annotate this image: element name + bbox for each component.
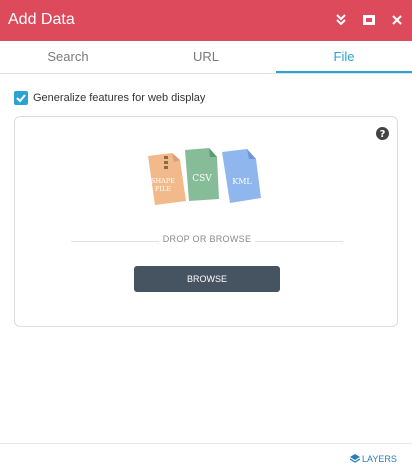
title-bar: Add Data <box>0 0 412 41</box>
close-icon[interactable] <box>388 11 406 29</box>
collapse-icon[interactable] <box>332 11 350 29</box>
kml-icon: KML <box>222 149 261 203</box>
tab-search[interactable]: Search <box>0 41 136 73</box>
window-title: Add Data <box>8 11 75 28</box>
shapefile-icon: SHAPE FILE <box>148 153 186 205</box>
layers-link[interactable]: LAYERS <box>349 454 397 464</box>
csv-label: CSV <box>192 174 212 184</box>
dock-icon[interactable] <box>360 11 378 29</box>
svg-text:?: ? <box>380 129 386 140</box>
layers-label: LAYERS <box>362 454 397 464</box>
layers-icon <box>349 454 361 463</box>
drop-or-browse-text: DROP OR BROWSE <box>15 234 399 244</box>
file-types-illustration: SHAPE FILE CSV KML <box>148 148 261 205</box>
shapefile-label-line1: SHAPE <box>151 177 175 185</box>
browse-button[interactable]: BROWSE <box>134 266 280 292</box>
checkmark-icon <box>16 94 26 103</box>
question-icon[interactable]: ? <box>376 127 389 140</box>
kml-label: KML <box>232 177 252 186</box>
shapefile-label-line2: FILE <box>155 185 171 193</box>
file-dropzone[interactable]: ? SHAPE FILE CSV KML DROP OR BROWSE BROW… <box>14 116 398 327</box>
generalize-label: Generalize features for web display <box>33 92 206 104</box>
generalize-checkbox[interactable] <box>14 91 28 105</box>
tab-bar: Search URL File <box>0 41 412 74</box>
tab-file[interactable]: File <box>276 41 412 73</box>
tab-url[interactable]: URL <box>138 41 274 73</box>
csv-icon: CSV <box>185 148 219 201</box>
footer-divider <box>0 443 412 444</box>
